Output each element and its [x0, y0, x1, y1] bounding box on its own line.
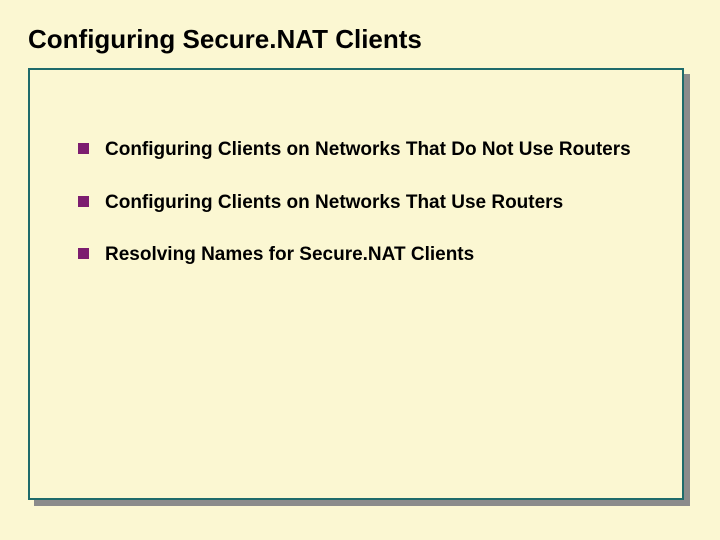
slide-title: Configuring Secure.NAT Clients: [28, 24, 692, 55]
list-item: Configuring Clients on Networks That Do …: [78, 138, 658, 163]
bullet-icon: [78, 143, 89, 154]
content-panel: Configuring Clients on Networks That Do …: [28, 68, 684, 500]
list-item: Resolving Names for Secure.NAT Clients: [78, 243, 658, 268]
bullet-text: Configuring Clients on Networks That Do …: [105, 138, 631, 163]
bullet-icon: [78, 248, 89, 259]
slide: Configuring Secure.NAT Clients Configuri…: [0, 0, 720, 540]
bullet-text: Configuring Clients on Networks That Use…: [105, 191, 563, 216]
list-item: Configuring Clients on Networks That Use…: [78, 191, 658, 216]
bullet-icon: [78, 196, 89, 207]
bullet-text: Resolving Names for Secure.NAT Clients: [105, 243, 474, 268]
